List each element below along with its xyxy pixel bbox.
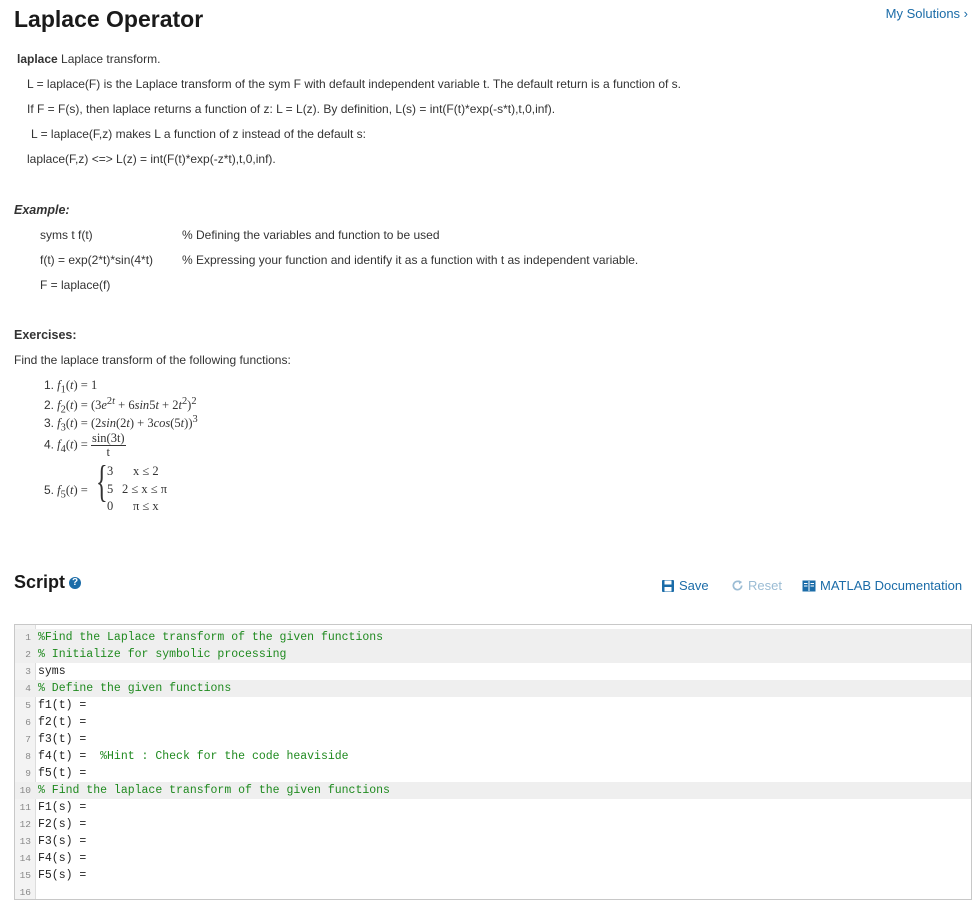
exercises-heading: Exercises: [14,328,77,342]
exercise-2: 2. f2(t) = (3e2t + 6sin5t + 2t2)2 [44,396,197,416]
documentation-icon [802,580,816,591]
description-line-4: laplace(F,z) <=> L(z) = int(F(t)*exp(-z*… [27,152,276,166]
exercise-4-fraction: sin(3t) t [90,431,126,460]
piecewise-brace: { [96,457,108,506]
lead-text: Laplace transform. [57,52,161,66]
code-text[interactable]: % Find the laplace transform of the give… [38,782,390,799]
piece-cond-1: x ≤ 2 [133,464,159,478]
code-line[interactable]: 5 f1(t) = [15,697,971,714]
line-number: 16 [19,887,31,898]
example-comment-1: % Defining the variables and function to… [182,228,440,242]
page-title: Laplace Operator [14,6,204,32]
code-line[interactable]: 11 F1(s) = [15,799,971,816]
line-number: 6 [25,717,31,728]
line-number: 8 [25,751,31,762]
code-text[interactable]: f5(t) = [38,765,86,782]
code-line[interactable]: 3 syms [15,663,971,680]
code-text[interactable]: F5(s) = [38,867,86,884]
description-line-3: L = laplace(F,z) makes L a function of z… [31,127,366,141]
code-editor[interactable]: 1 %Find the Laplace transform of the give… [14,624,972,900]
line-number: 1 [25,632,31,643]
code-text[interactable]: F2(s) = [38,816,86,833]
example-comment-2: % Expressing your function and identify … [182,253,639,267]
piece-value-3: 0 [107,499,114,513]
lead-function-name: laplace [17,52,58,66]
line-number: 5 [25,700,31,711]
code-text[interactable]: syms [38,663,66,680]
save-label: Save [679,578,709,593]
code-line[interactable]: 1 %Find the Laplace transform of the give… [15,629,971,646]
code-text[interactable]: F1(s) = [38,799,86,816]
code-line[interactable]: 2 % Initialize for symbolic processing [15,646,971,663]
matlab-documentation-button[interactable]: MATLAB Documentation [802,578,962,593]
code-text[interactable]: f3(t) = [38,731,86,748]
description-line-2: If F = F(s), then laplace returns a func… [27,102,556,116]
exercise-4: 4. f4(t) = sin(3t) t [44,431,126,460]
description-lead: laplace Laplace transform. [17,52,160,66]
code-line[interactable]: 4 % Define the given functions [15,680,971,697]
reset-button[interactable]: Reset [731,578,782,593]
code-text[interactable]: F3(s) = [38,833,86,850]
line-number: 4 [25,683,31,694]
example-code-3: F = laplace(f) [40,278,111,292]
description-line-1: L = laplace(F) is the Laplace transform … [27,77,682,91]
line-number: 12 [19,819,31,830]
example-heading: Example: [14,203,70,217]
line-number: 10 [19,785,31,796]
code-line[interactable]: 10 % Find the laplace transform of the gi… [15,782,971,799]
code-line[interactable]: 9 f5(t) = [15,765,971,782]
line-number: 14 [19,853,31,864]
my-solutions-link[interactable]: My Solutions › [886,6,968,21]
exercise-5: 5. f5(t) = [44,483,88,501]
line-number: 7 [25,734,31,745]
code-text[interactable]: f2(t) = [38,714,86,731]
code-line[interactable]: 15 F5(s) = [15,867,971,884]
example-code-2: f(t) = exp(2*t)*sin(4*t) [40,253,154,267]
code-text[interactable]: f1(t) = [38,697,86,714]
piece-value-2: 5 [107,482,114,496]
code-line[interactable]: 6 f2(t) = [15,714,971,731]
reset-label: Reset [748,578,782,593]
exercises-intro: Find the laplace transform of the follow… [14,353,291,367]
line-number: 2 [25,649,31,660]
script-heading: Script? [14,572,82,593]
code-text[interactable]: %Find the Laplace transform of the given… [38,629,383,646]
code-text[interactable]: % Define the given functions [38,680,231,697]
line-number: 11 [19,802,31,813]
code-line[interactable]: 14 F4(s) = [15,850,971,867]
code-comment: %Hint : Check for the code heaviside [100,750,349,763]
code-line[interactable]: 8 f4(t) = %Hint : Check for the code heav… [15,748,971,765]
reset-icon [732,580,743,591]
piece-cond-3: π ≤ x [133,499,159,513]
exercise-1: 1. f1(t) = 1 [44,378,98,396]
code-line[interactable]: 12 F2(s) = [15,816,971,833]
help-icon[interactable]: ? [69,577,82,589]
piece-cond-2: 2 ≤ x ≤ π [122,482,168,496]
save-icon [662,579,674,592]
documentation-label: MATLAB Documentation [820,578,963,593]
line-number: 13 [19,836,31,847]
code-line[interactable]: 7 f3(t) = [15,731,971,748]
code-line[interactable]: 13 F3(s) = [15,833,971,850]
line-number: 9 [25,768,31,779]
example-code-1: syms t f(t) [40,228,93,242]
code-text[interactable]: % Initialize for symbolic processing [38,646,286,663]
line-number: 15 [19,870,31,881]
save-button[interactable]: Save [661,578,709,593]
piece-value-1: 3 [107,464,114,478]
code-line[interactable]: 16 [15,884,971,901]
line-number: 3 [25,666,31,677]
code-text[interactable]: F4(s) = [38,850,86,867]
code-text[interactable]: f4(t) = %Hint : Check for the code heavi… [38,748,349,765]
